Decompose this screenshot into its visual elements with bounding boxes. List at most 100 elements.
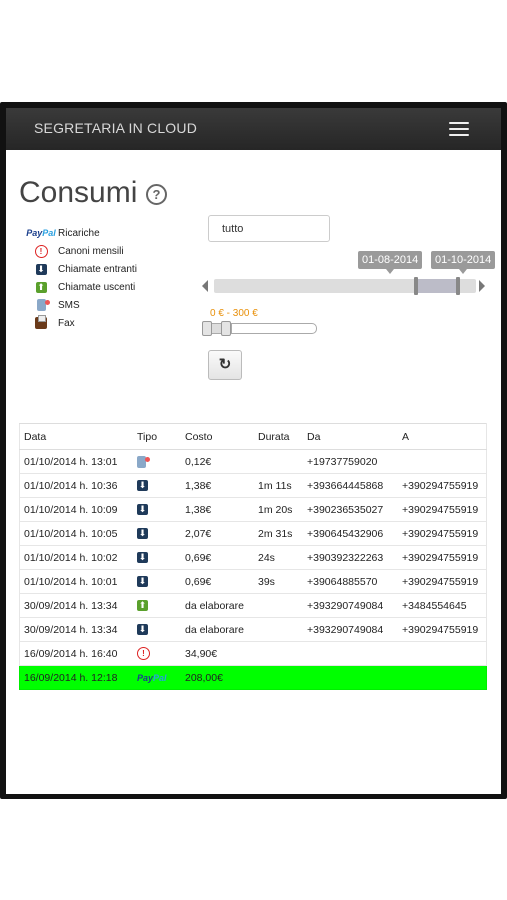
slider-left-arrow-icon[interactable]	[202, 280, 208, 292]
cell-costo: 34,90€	[181, 641, 254, 666]
incoming-call-icon: ⬇	[137, 624, 148, 635]
sms-icon	[36, 299, 50, 311]
slider-right-arrow-icon[interactable]	[479, 280, 485, 292]
cell-da: +19737759020	[303, 449, 398, 474]
cell-data: 01/10/2014 h. 10:01	[19, 569, 133, 594]
cell-durata: 1m 11s	[254, 473, 303, 498]
menu-icon[interactable]	[449, 122, 469, 136]
price-slider-handle-min[interactable]	[202, 321, 212, 336]
legend-label: Canoni mensili	[58, 245, 124, 257]
cell-data: 01/10/2014 h. 13:01	[19, 449, 133, 474]
col-header-durata[interactable]: Durata	[254, 423, 303, 450]
cell-data: 01/10/2014 h. 10:36	[19, 473, 133, 498]
cell-da: +390236535027	[303, 497, 398, 522]
cell-durata	[254, 665, 303, 690]
cell-data: 01/10/2014 h. 10:02	[19, 545, 133, 570]
cell-da	[303, 665, 398, 690]
table-row[interactable]: 01/10/2014 h. 13:01 0,12€ +19737759020	[19, 449, 487, 474]
cell-costo: da elaborare	[181, 617, 254, 642]
cell-a: +390294755919	[398, 545, 487, 570]
cell-costo: 0,69€	[181, 545, 254, 570]
navbar: SEGRETARIA IN CLOUD	[6, 108, 501, 150]
legend-label: Ricariche	[58, 227, 100, 239]
cell-durata: 1m 20s	[254, 497, 303, 522]
cell-costo: 2,07€	[181, 521, 254, 546]
alert-icon: !	[34, 244, 48, 258]
incoming-call-icon: ⬇	[137, 504, 148, 515]
cell-data: 30/09/2014 h. 13:34	[19, 593, 133, 618]
outgoing-call-icon: ⬆	[137, 600, 148, 611]
fax-icon	[35, 315, 47, 329]
cell-a	[398, 449, 487, 474]
col-header-data[interactable]: Data	[19, 423, 133, 450]
table-row-highlighted[interactable]: 16/09/2014 h. 12:18 PayPal 208,00€	[19, 665, 487, 690]
cell-costo: 208,00€	[181, 665, 254, 690]
table-row[interactable]: 01/10/2014 h. 10:01 ⬇ 0,69€ 39s +3906488…	[19, 569, 487, 594]
legend-item-fax: Fax	[24, 314, 137, 332]
cell-data: 01/10/2014 h. 10:09	[19, 497, 133, 522]
table-row[interactable]: 01/10/2014 h. 10:05 ⬇ 2,07€ 2m 31s +3906…	[19, 521, 487, 546]
incoming-call-icon: ⬇	[35, 263, 47, 275]
table-row[interactable]: 16/09/2014 h. 16:40 ! 34,90€	[19, 641, 487, 666]
legend-item-uscenti: ⬆ Chiamate uscenti	[24, 278, 137, 296]
legend-label: SMS	[58, 299, 80, 311]
legend-item-sms: SMS	[24, 296, 137, 314]
price-slider-handle-max[interactable]	[221, 321, 231, 336]
incoming-call-icon: ⬇	[137, 552, 148, 563]
cell-costo: 0,12€	[181, 449, 254, 474]
legend-item-canoni: ! Canoni mensili	[24, 242, 137, 260]
legend-item-entranti: ⬇ Chiamate entranti	[24, 260, 137, 278]
cell-da: +393290749084	[303, 617, 398, 642]
incoming-call-icon: ⬇	[137, 480, 148, 491]
cell-durata	[254, 449, 303, 474]
cell-costo: 1,38€	[181, 473, 254, 498]
cell-a	[398, 641, 487, 666]
cell-costo: 1,38€	[181, 497, 254, 522]
paypal-icon: PayPal	[26, 228, 56, 238]
cell-da: +390645432906	[303, 521, 398, 546]
cell-data: 30/09/2014 h. 13:34	[19, 617, 133, 642]
legend-label: Chiamate uscenti	[58, 281, 136, 293]
date-slider-handle-from[interactable]	[414, 277, 418, 295]
cell-durata	[254, 617, 303, 642]
date-slider-handle-to[interactable]	[456, 277, 460, 295]
cell-da: +390392322263	[303, 545, 398, 570]
table-row[interactable]: 01/10/2014 h. 10:02 ⬇ 0,69€ 24s +3903923…	[19, 545, 487, 570]
date-from-tooltip: 01-08-2014	[358, 251, 423, 274]
outgoing-call-icon: ⬆	[35, 281, 47, 293]
cell-a: +390294755919	[398, 473, 487, 498]
incoming-call-icon: ⬇	[137, 528, 148, 539]
table-row[interactable]: 01/10/2014 h. 10:36 ⬇ 1,38€ 1m 11s +3936…	[19, 473, 487, 498]
table-row[interactable]: 01/10/2014 h. 10:09 ⬇ 1,38€ 1m 20s +3902…	[19, 497, 487, 522]
incoming-call-icon: ⬇	[137, 576, 148, 587]
table-row[interactable]: 30/09/2014 h. 13:34 ⬇ da elaborare +3932…	[19, 617, 487, 642]
cell-a: +390294755919	[398, 617, 487, 642]
brand-title[interactable]: SEGRETARIA IN CLOUD	[34, 120, 197, 136]
cell-data: 16/09/2014 h. 12:18	[19, 665, 133, 690]
cell-da: +39064885570	[303, 569, 398, 594]
sms-icon	[137, 455, 150, 468]
col-header-da[interactable]: Da	[303, 423, 398, 450]
cell-a: +390294755919	[398, 569, 487, 594]
cell-da: +393664445868	[303, 473, 398, 498]
type-select[interactable]: tutto	[208, 215, 330, 242]
table-header-row: Data Tipo Costo Durata Da A	[19, 423, 487, 450]
cell-data: 01/10/2014 h. 10:05	[19, 521, 133, 546]
cell-da: +393290749084	[303, 593, 398, 618]
cell-costo: da elaborare	[181, 593, 254, 618]
col-header-costo[interactable]: Costo	[181, 423, 254, 450]
table-row[interactable]: 30/09/2014 h. 13:34 ⬆ da elaborare +3932…	[19, 593, 487, 618]
legend: PayPal Ricariche ! Canoni mensili ⬇ Chia…	[24, 224, 137, 332]
cell-durata: 2m 31s	[254, 521, 303, 546]
col-header-a[interactable]: A	[398, 423, 487, 450]
col-header-tipo[interactable]: Tipo	[133, 423, 181, 450]
refresh-button[interactable]: ↻	[208, 350, 242, 380]
cell-da	[303, 641, 398, 666]
cell-durata: 24s	[254, 545, 303, 570]
help-icon[interactable]: ?	[146, 184, 167, 205]
date-slider-range[interactable]	[416, 279, 458, 293]
cell-data: 16/09/2014 h. 16:40	[19, 641, 133, 666]
cell-a: +3484554645	[398, 593, 487, 618]
cell-a: +390294755919	[398, 497, 487, 522]
alert-icon: !	[137, 647, 150, 660]
